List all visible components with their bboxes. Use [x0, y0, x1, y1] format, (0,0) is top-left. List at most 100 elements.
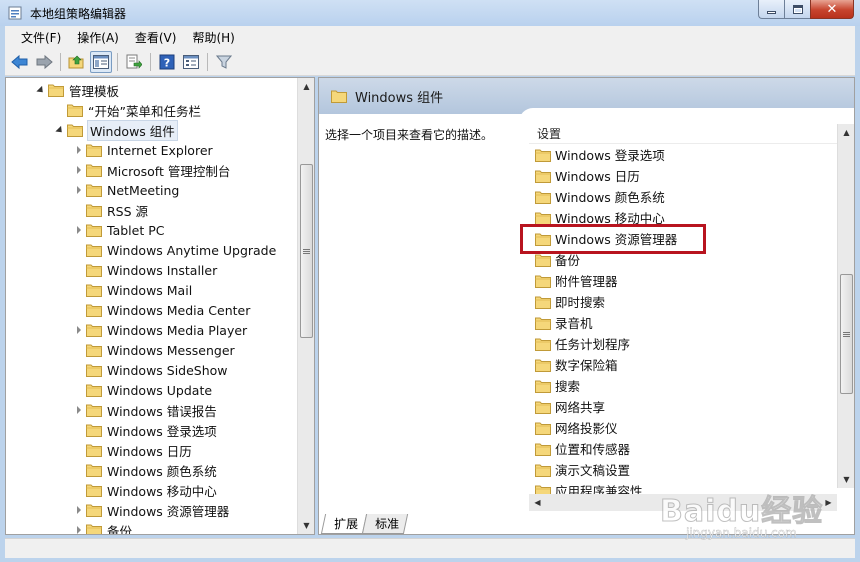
list-item[interactable]: 位置和传感器 [535, 438, 630, 459]
list-item[interactable]: 网络共享 [535, 396, 605, 417]
menu-action[interactable]: 操作(A) [69, 29, 127, 46]
list-item[interactable]: 网络投影仪 [535, 417, 618, 438]
tree-item[interactable]: Windows Mail [72, 280, 192, 300]
tree-item[interactable]: Windows 资源管理器 [72, 500, 229, 520]
folder-icon [86, 164, 102, 177]
list-item-label: 数字保险箱 [555, 358, 618, 373]
maximize-button[interactable] [784, 0, 810, 19]
tree-item[interactable]: Windows Messenger [72, 340, 235, 360]
list-item[interactable]: 搜索 [535, 375, 580, 396]
expander-icon[interactable] [72, 146, 86, 154]
tree-item[interactable]: Windows 颜色系统 [72, 460, 217, 480]
tab-standard[interactable]: 标准 [361, 514, 409, 534]
list-item[interactable]: 数字保险箱 [535, 354, 618, 375]
folder-icon [86, 524, 102, 534]
list-item[interactable]: 演示文稿设置 [535, 459, 630, 480]
tree-item[interactable]: “开始”菜单和任务栏 [53, 100, 201, 120]
tree-item-label: Windows Anytime Upgrade [107, 242, 277, 258]
close-icon: ✕ [826, 1, 838, 17]
tree-item-label: Windows 错误报告 [107, 403, 217, 419]
tree-item[interactable]: Internet Explorer [72, 140, 213, 160]
expander-icon[interactable] [34, 85, 48, 95]
filter-button[interactable] [213, 51, 235, 73]
tree-item[interactable]: Windows SideShow [72, 360, 228, 380]
list-item-label: 演示文稿设置 [555, 463, 631, 478]
expander-icon[interactable] [72, 326, 86, 334]
scroll-up-arrow-icon[interactable]: ▲ [298, 78, 314, 95]
tree-item-label: 管理模板 [69, 83, 120, 99]
menu-view[interactable]: 查看(V) [127, 29, 185, 46]
up-level-button[interactable] [66, 51, 88, 73]
group-policy-icon [8, 6, 22, 20]
list-item[interactable]: Windows 颜色系统 [535, 186, 665, 207]
scrollbar-thumb[interactable] [300, 164, 313, 338]
expander-icon[interactable] [72, 406, 86, 414]
folder-icon [86, 444, 102, 457]
tree-item-label: Windows 颜色系统 [107, 463, 217, 479]
expander-icon[interactable] [53, 125, 67, 135]
list-item[interactable]: Windows 登录选项 [535, 144, 665, 165]
list-item[interactable]: Windows 日历 [535, 165, 640, 186]
list-item-label: 即时搜索 [555, 295, 606, 310]
tree-item[interactable]: 备份 [72, 520, 132, 534]
tree-item[interactable]: NetMeeting [72, 180, 179, 200]
minimize-button[interactable] [758, 0, 784, 19]
tree-item[interactable]: Windows 登录选项 [72, 420, 217, 440]
tree-item[interactable]: Windows Update [72, 380, 212, 400]
folder-icon [86, 424, 102, 437]
folder-icon [535, 170, 551, 183]
list-item[interactable]: 即时搜索 [535, 291, 605, 312]
expander-icon[interactable] [72, 186, 86, 194]
tree-item-label: Windows Media Center [107, 302, 251, 318]
tree-item-label: NetMeeting [107, 182, 180, 198]
expander-icon[interactable] [72, 526, 86, 534]
tree-item[interactable]: Windows Media Center [72, 300, 250, 320]
show-hide-tree-button[interactable] [90, 50, 112, 73]
column-header-setting[interactable]: 设置 [529, 124, 837, 144]
tree-item-label: Windows Mail [107, 282, 193, 298]
close-button[interactable]: ✕ [810, 0, 854, 19]
list-item[interactable]: 任务计划程序 [535, 333, 630, 354]
expander-icon[interactable] [72, 226, 86, 234]
scroll-up-arrow-icon[interactable]: ▲ [838, 124, 854, 141]
folder-icon [86, 384, 102, 397]
scroll-down-arrow-icon[interactable]: ▼ [298, 517, 314, 534]
tree-item[interactable]: Windows 组件 [53, 119, 178, 141]
tree-vertical-scrollbar[interactable]: ▲ ▼ [297, 78, 314, 534]
list-item[interactable]: 录音机 [535, 312, 593, 333]
help-button[interactable]: ? [156, 51, 178, 73]
list-item[interactable]: 附件管理器 [535, 270, 618, 291]
list-vertical-scrollbar[interactable]: ▲ ▼ [837, 124, 854, 488]
tab-extended[interactable]: 扩展 [320, 514, 368, 534]
scrollbar-thumb[interactable] [840, 274, 853, 394]
tree-item-label: RSS 源 [107, 203, 149, 219]
tree-item-label: Windows 组件 [87, 119, 178, 141]
tree-item[interactable]: Windows 移动中心 [72, 480, 217, 500]
toolbar: ? [5, 48, 855, 76]
tree-item[interactable]: Windows 日历 [72, 440, 192, 460]
folder-icon [535, 401, 551, 414]
watermark-brand: Baidu经验 [659, 494, 824, 530]
export-list-button[interactable] [123, 51, 145, 73]
expander-icon[interactable] [72, 506, 86, 514]
folder-icon [535, 464, 551, 477]
properties-button[interactable] [180, 51, 202, 73]
toolbar-separator [150, 52, 151, 71]
tree-item[interactable]: RSS 源 [72, 200, 148, 220]
back-button[interactable] [9, 51, 31, 73]
tree-item[interactable]: Windows Installer [72, 260, 217, 280]
tree-item[interactable]: Tablet PC [72, 220, 164, 240]
menu-help[interactable]: 帮助(H) [184, 29, 242, 46]
tree-item[interactable]: Microsoft 管理控制台 [72, 160, 230, 180]
tree-item[interactable]: 管理模板 [34, 80, 119, 100]
tree-item[interactable]: Windows Anytime Upgrade [72, 240, 276, 260]
expander-icon[interactable] [72, 166, 86, 174]
menu-file[interactable]: 文件(F) [13, 29, 69, 46]
tree-item[interactable]: Windows 错误报告 [72, 400, 217, 420]
folder-icon [86, 504, 102, 517]
list-item-label: 搜索 [555, 379, 581, 394]
tree-item[interactable]: Windows Media Player [72, 320, 247, 340]
scroll-left-arrow-icon[interactable]: ◀ [529, 494, 546, 511]
tree-item-label: Windows 登录选项 [107, 423, 217, 439]
forward-button[interactable] [33, 51, 55, 73]
